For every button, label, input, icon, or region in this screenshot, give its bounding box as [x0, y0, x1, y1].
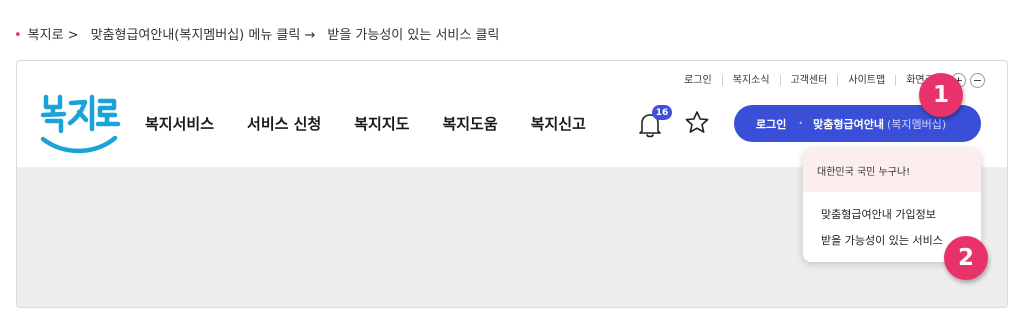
instruction-step-3: 받을 가능성이 있는 서비스 클릭: [327, 28, 500, 43]
favorite-star-icon[interactable]: [683, 109, 711, 137]
gnb-welfare-help[interactable]: 복지도움: [442, 113, 497, 134]
login-button[interactable]: 로그인: [734, 116, 798, 132]
gnb-service-apply[interactable]: 서비스 신청: [247, 113, 321, 134]
util-sitemap-link[interactable]: 사이트맵: [838, 75, 897, 86]
step-1-badge: 1: [919, 73, 963, 117]
main-navigation: 복지서비스 서비스 신청 복지지도 복지도움 복지신고: [145, 113, 619, 134]
bullet-icon: •: [14, 28, 22, 43]
util-news-link[interactable]: 복지소식: [723, 75, 781, 86]
instruction-step-1: 복지로 >: [27, 28, 79, 43]
step-2-badge: 2: [944, 236, 988, 280]
gnb-welfare-services[interactable]: 복지서비스: [145, 113, 214, 134]
zoom-out-button[interactable]: −: [970, 73, 985, 88]
custom-benefit-label: 맞춤형급여안내: [813, 117, 884, 131]
membership-label: (복지멤버십): [886, 117, 947, 131]
dropdown-header: 대한민국 국민 누구나!: [803, 148, 981, 192]
gnb-welfare-report[interactable]: 복지신고: [531, 113, 586, 134]
gnb-welfare-map[interactable]: 복지지도: [354, 113, 409, 134]
website-screenshot: 로그인 복지소식 고객센터 사이트맵 화면크기 + − 복지서비스: [16, 60, 1008, 308]
instruction-line: • 복지로 > 맞춤형급여안내(복지멤버십) 메뉴 클릭 → 받을 가능성이 있는 서…: [14, 24, 511, 43]
util-login-link[interactable]: 로그인: [674, 75, 723, 86]
bokjiro-logo[interactable]: [37, 91, 121, 159]
separator-dot: •: [798, 119, 804, 128]
notification-button[interactable]: 16: [637, 105, 672, 139]
custom-benefit-menu-button[interactable]: 맞춤형급여안내 (복지멤버십): [813, 116, 946, 132]
util-customer-center-link[interactable]: 고객센터: [781, 75, 839, 86]
instruction-step-2: 맞춤형급여안내(복지멤버십) 메뉴 클릭 →: [90, 28, 316, 43]
notification-count-badge: 16: [652, 105, 672, 120]
dropdown-item-membership-info[interactable]: 맞춤형급여안내 가입정보: [803, 206, 981, 222]
